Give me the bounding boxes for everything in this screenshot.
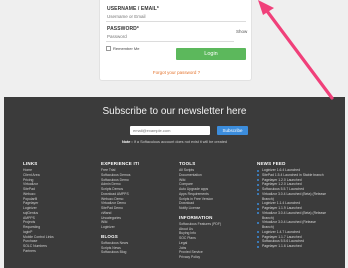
links-title: LINKS bbox=[23, 161, 38, 166]
experience-link[interactable]: Loginizer bbox=[101, 225, 140, 230]
footer-tools-column: TOOLS All Scripts Documentation Wiki Compar… bbox=[179, 161, 221, 260]
experience-title: EXPERIENCE IT! bbox=[101, 161, 140, 166]
footer-experience-column: EXPERIENCE IT! Free Trial Softaculous Dem… bbox=[101, 161, 140, 255]
blog-link[interactable]: Softaculous Blog bbox=[101, 250, 140, 255]
remember-label: Remember Me bbox=[113, 46, 140, 51]
blogs-title: BLOGS bbox=[101, 233, 119, 239]
login-card: USERNAME / EMAIL* PASSWORD* Show Remembe… bbox=[99, 0, 252, 81]
footer: Subscribe to our newsletter here Subscri… bbox=[4, 97, 345, 268]
password-field[interactable] bbox=[106, 32, 234, 42]
news-feed-item[interactable]: Virtualizor 3.0.4 Launched (Release Bran… bbox=[257, 220, 327, 230]
news-feed-item[interactable]: Pagelayer 1.1.6 Launched bbox=[257, 244, 327, 249]
subscribe-button[interactable]: Subscribe bbox=[217, 126, 248, 135]
newsletter-note-label: Note : bbox=[121, 140, 133, 144]
remember-checkbox[interactable] bbox=[106, 46, 111, 51]
footer-link[interactable]: Partners bbox=[23, 249, 54, 254]
show-password-toggle[interactable]: Show bbox=[236, 29, 247, 34]
information-link[interactable]: Softaculous Features (PDF) bbox=[179, 222, 221, 227]
news-feed-title: NEWS FEED bbox=[257, 161, 286, 166]
login-button[interactable]: Login bbox=[176, 48, 246, 60]
newsletter-note: Note : If a Softaculous account does not… bbox=[4, 140, 345, 144]
information-link[interactable]: Privacy Policy bbox=[179, 255, 221, 260]
footer-links-column: LINKS Home Client Area Pricing Virtualizor S… bbox=[23, 161, 54, 254]
information-title: INFORMATION bbox=[179, 214, 213, 220]
tools-title: TOOLS bbox=[179, 161, 196, 166]
newsletter-title: Subscribe to our newsletter here bbox=[102, 106, 247, 117]
tools-link[interactable]: Notify License bbox=[179, 206, 221, 211]
forgot-password-link[interactable]: Forgot your password ? bbox=[100, 70, 253, 75]
login-area: USERNAME / EMAIL* PASSWORD* Show Remembe… bbox=[0, 0, 348, 95]
newsletter-note-text: If a Softaculous account does not exist … bbox=[132, 140, 228, 144]
news-feed-item[interactable]: Virtualizor 3.0.4 Launched (Beta) (Relea… bbox=[257, 192, 327, 202]
remember-me[interactable]: Remember Me bbox=[106, 46, 139, 51]
username-field[interactable] bbox=[106, 12, 246, 22]
footer-news-column: NEWS FEED Loginizer 1.6.4 Launched SitePa… bbox=[257, 161, 327, 249]
newsletter-email-input[interactable] bbox=[130, 126, 210, 135]
news-feed-item[interactable]: Virtualizor 3.0.4 Launched (Beta) (Relea… bbox=[257, 211, 327, 221]
